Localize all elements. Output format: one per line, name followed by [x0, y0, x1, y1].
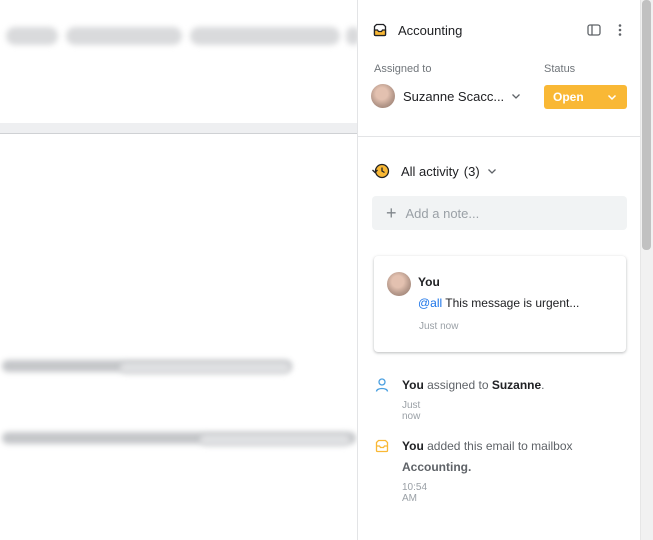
blurred-recipient-chip [346, 27, 357, 45]
status-value: Open [553, 90, 584, 104]
comment-author: You [418, 275, 440, 289]
assignee-selector[interactable]: Suzanne Scacc... [371, 84, 522, 108]
section-divider [358, 136, 641, 137]
event-time: 10:54 AM [402, 482, 428, 504]
scrollbar-thumb[interactable] [642, 0, 651, 250]
chevron-down-icon [607, 94, 617, 101]
comment-card[interactable]: You @all This message is urgent... Just … [374, 256, 626, 352]
history-clock-icon [372, 163, 390, 179]
event-text: You assigned to Suzanne. [402, 378, 545, 392]
chevron-down-icon [512, 94, 521, 99]
assigned-to-label: Assigned to [374, 63, 432, 75]
blurred-recipient-chip [190, 27, 340, 45]
activity-filter-dropdown[interactable]: All activity (3) [371, 160, 498, 182]
more-vert-icon[interactable] [611, 21, 629, 39]
activity-count: (3) [463, 163, 480, 179]
email-header-blurred [0, 0, 357, 124]
blurred-recipient-chip [66, 27, 182, 45]
email-body-separator [0, 133, 357, 134]
status-label: Status [544, 63, 576, 75]
comment-message: @all This message is urgent... [418, 296, 579, 310]
mailbox-title: Accounting [398, 22, 463, 38]
inbox-icon [375, 439, 389, 453]
assignee-name: Suzanne Scacc... [403, 88, 505, 104]
add-note-input[interactable]: + Add a note... [372, 196, 627, 230]
status-dropdown[interactable]: Open [544, 85, 627, 109]
event-text: You added this email to mailbox [402, 439, 573, 453]
avatar [371, 84, 395, 108]
mention-all[interactable]: @all [418, 296, 442, 310]
note-placeholder: Add a note... [405, 205, 480, 221]
comment-text: This message is urgent... [442, 296, 580, 310]
blurred-body-line [200, 434, 350, 446]
inbox-icon [373, 23, 387, 37]
blurred-recipient-chip [6, 27, 58, 45]
panel-toggle-icon[interactable] [585, 21, 603, 39]
chevron-down-icon [487, 169, 496, 174]
event-target-mailbox: Accounting. [402, 460, 472, 474]
plus-icon: + [386, 203, 397, 223]
email-content-blurred [0, 0, 357, 540]
avatar [387, 272, 411, 296]
person-icon [375, 378, 389, 392]
panel-header: Accounting [372, 18, 629, 42]
event-time: Just now [402, 400, 421, 422]
conversation-side-panel: Accounting Assigned to Status Suzanne Sc… [357, 0, 641, 540]
blurred-body-line [120, 362, 290, 374]
activity-label: All activity [401, 163, 459, 179]
comment-time: Just now [419, 321, 459, 332]
email-header-divider [0, 123, 357, 133]
